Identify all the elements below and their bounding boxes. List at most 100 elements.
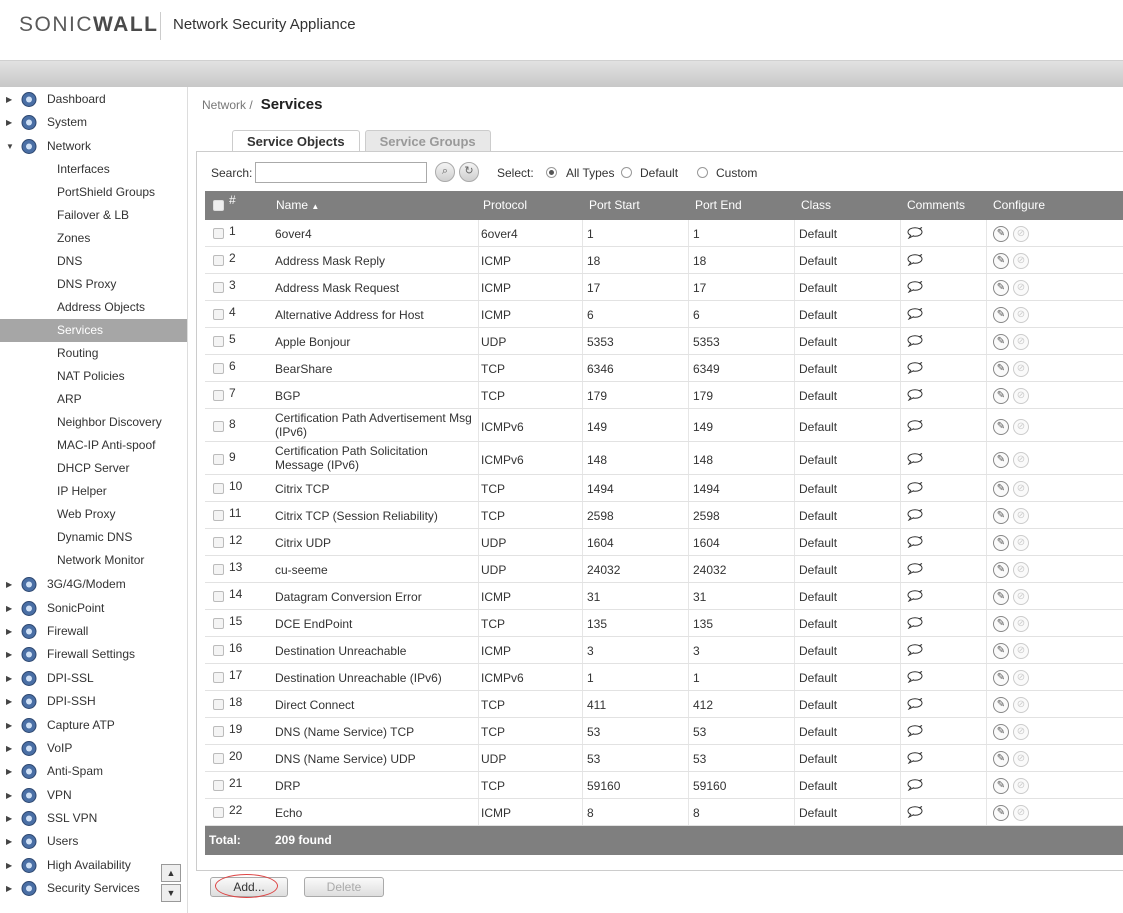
sidebar-item-dynamic-dns[interactable]: Dynamic DNS [0, 526, 187, 549]
comment-icon[interactable] [907, 698, 923, 711]
sidebar-item-firewall-settings[interactable]: ▶ Firewall Settings [0, 643, 187, 666]
edit-pencil-icon[interactable]: ✎ [993, 724, 1009, 740]
row-checkbox[interactable] [213, 421, 224, 432]
sidebar-item-failover-lb[interactable]: Failover & LB [0, 204, 187, 227]
edit-pencil-icon[interactable]: ✎ [993, 452, 1009, 468]
chevron-right-icon[interactable]: ▶ [6, 784, 12, 807]
comment-icon[interactable] [907, 335, 923, 348]
sidebar-item-dns-proxy[interactable]: DNS Proxy [0, 273, 187, 296]
comment-icon[interactable] [907, 308, 923, 321]
scroll-down-icon[interactable]: ▼ [161, 884, 181, 902]
chevron-right-icon[interactable]: ▶ [6, 620, 12, 643]
comment-icon[interactable] [907, 453, 923, 466]
row-checkbox[interactable] [213, 454, 224, 465]
refresh-icon[interactable]: ↻ [459, 162, 479, 182]
chevron-right-icon[interactable]: ▶ [6, 830, 12, 853]
sidebar-item-address-objects[interactable]: Address Objects [0, 296, 187, 319]
row-checkbox[interactable] [213, 336, 224, 347]
chevron-right-icon[interactable]: ▶ [6, 807, 12, 830]
table-row[interactable]: 2 Address Mask Reply ICMP 18 18 Default ✎ ⊘ [205, 247, 1123, 274]
row-checkbox[interactable] [213, 390, 224, 401]
sidebar-item-ip-helper[interactable]: IP Helper [0, 480, 187, 503]
table-row[interactable]: 9 Certification Path Solicitation Message … [205, 442, 1123, 475]
table-row[interactable]: 6 BearShare TCP 6346 6349 Default ✎ ⊘ [205, 355, 1123, 382]
comment-icon[interactable] [907, 752, 923, 765]
breadcrumb-parent[interactable]: Network / [202, 98, 253, 112]
col-name[interactable]: Name ▲ [276, 198, 319, 212]
edit-pencil-icon[interactable]: ✎ [993, 670, 1009, 686]
sidebar-item-security-services[interactable]: ▶ Security Services [0, 877, 187, 900]
sidebar-item-neighbor-discovery[interactable]: Neighbor Discovery [0, 411, 187, 434]
comment-icon[interactable] [907, 617, 923, 630]
chevron-right-icon[interactable]: ▶ [6, 667, 12, 690]
table-row[interactable]: 1 6over4 6over4 1 1 Default ✎ ⊘ [205, 220, 1123, 247]
tab-service-objects[interactable]: Service Objects [232, 130, 360, 152]
comment-icon[interactable] [907, 482, 923, 495]
edit-pencil-icon[interactable]: ✎ [993, 778, 1009, 794]
sidebar-item-mac-ip-anti-spoof[interactable]: MAC-IP Anti-spoof [0, 434, 187, 457]
row-checkbox[interactable] [213, 510, 224, 521]
comment-icon[interactable] [907, 590, 923, 603]
comment-icon[interactable] [907, 806, 923, 819]
row-checkbox[interactable] [213, 726, 224, 737]
sidebar-item-dns[interactable]: DNS [0, 250, 187, 273]
row-checkbox[interactable] [213, 780, 224, 791]
sidebar-item-vpn[interactable]: ▶ VPN [0, 784, 187, 807]
search-input[interactable] [255, 162, 427, 183]
table-row[interactable]: 17 Destination Unreachable (IPv6) ICMPv6 1 1… [205, 664, 1123, 691]
edit-pencil-icon[interactable]: ✎ [993, 419, 1009, 435]
chevron-right-icon[interactable]: ▶ [6, 690, 12, 713]
comment-icon[interactable] [907, 509, 923, 522]
scroll-up-icon[interactable]: ▲ [161, 864, 181, 882]
row-checkbox[interactable] [213, 753, 224, 764]
sidebar-item-anti-spam[interactable]: ▶ Anti-Spam [0, 760, 187, 783]
edit-pencil-icon[interactable]: ✎ [993, 307, 1009, 323]
sidebar-item-zones[interactable]: Zones [0, 227, 187, 250]
edit-pencil-icon[interactable]: ✎ [993, 226, 1009, 242]
sidebar-item-3g-4g-modem[interactable]: ▶ 3G/4G/Modem [0, 573, 187, 596]
table-row[interactable]: 22 Echo ICMP 8 8 Default ✎ ⊘ [205, 799, 1123, 826]
row-checkbox[interactable] [213, 807, 224, 818]
sidebar-item-network-monitor[interactable]: Network Monitor [0, 549, 187, 572]
row-checkbox[interactable] [213, 309, 224, 320]
sidebar-item-dashboard[interactable]: ▶ Dashboard [0, 88, 187, 111]
table-row[interactable]: 21 DRP TCP 59160 59160 Default ✎ ⊘ [205, 772, 1123, 799]
chevron-right-icon[interactable]: ▶ [6, 643, 12, 666]
edit-pencil-icon[interactable]: ✎ [993, 280, 1009, 296]
row-checkbox[interactable] [213, 537, 224, 548]
table-row[interactable]: 13 cu-seeme UDP 24032 24032 Default ✎ ⊘ [205, 556, 1123, 583]
table-row[interactable]: 3 Address Mask Request ICMP 17 17 Default ✎ ⊘ [205, 274, 1123, 301]
chevron-down-icon[interactable]: ▼ [6, 135, 14, 158]
comment-icon[interactable] [907, 420, 923, 433]
table-row[interactable]: 19 DNS (Name Service) TCP TCP 53 53 Default ✎ ⊘ [205, 718, 1123, 745]
chevron-right-icon[interactable]: ▶ [6, 877, 12, 900]
chevron-right-icon[interactable]: ▶ [6, 597, 12, 620]
chevron-right-icon[interactable]: ▶ [6, 854, 12, 877]
radio-default[interactable] [621, 167, 632, 178]
sidebar-item-web-proxy[interactable]: Web Proxy [0, 503, 187, 526]
edit-pencil-icon[interactable]: ✎ [993, 562, 1009, 578]
comment-icon[interactable] [907, 389, 923, 402]
row-checkbox[interactable] [213, 564, 224, 575]
chevron-right-icon[interactable]: ▶ [6, 111, 12, 134]
comment-icon[interactable] [907, 563, 923, 576]
chevron-right-icon[interactable]: ▶ [6, 714, 12, 737]
table-row[interactable]: 7 BGP TCP 179 179 Default ✎ ⊘ [205, 382, 1123, 409]
row-checkbox[interactable] [213, 228, 224, 239]
row-checkbox[interactable] [213, 483, 224, 494]
chevron-right-icon[interactable]: ▶ [6, 88, 12, 111]
select-all-checkbox[interactable] [213, 200, 224, 211]
comment-icon[interactable] [907, 725, 923, 738]
table-row[interactable]: 15 DCE EndPoint TCP 135 135 Default ✎ ⊘ [205, 610, 1123, 637]
edit-pencil-icon[interactable]: ✎ [993, 481, 1009, 497]
row-checkbox[interactable] [213, 672, 224, 683]
comment-icon[interactable] [907, 671, 923, 684]
sidebar-item-ssl-vpn[interactable]: ▶ SSL VPN [0, 807, 187, 830]
sidebar-item-portshield-groups[interactable]: PortShield Groups [0, 181, 187, 204]
table-row[interactable]: 20 DNS (Name Service) UDP UDP 53 53 Default ✎ ⊘ [205, 745, 1123, 772]
col-port-start[interactable]: Port Start [589, 198, 640, 212]
edit-pencil-icon[interactable]: ✎ [993, 253, 1009, 269]
sidebar-item-services[interactable]: Services [0, 319, 187, 343]
sidebar-item-sonicpoint[interactable]: ▶ SonicPoint [0, 597, 187, 620]
row-checkbox[interactable] [213, 618, 224, 629]
